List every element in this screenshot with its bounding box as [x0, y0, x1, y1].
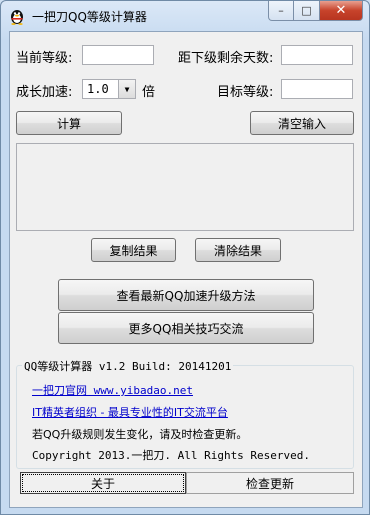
days-left-label: 距下级剩余天数:: [178, 51, 274, 66]
about-button[interactable]: 关于: [20, 472, 186, 494]
close-button[interactable]: ✕: [320, 1, 363, 21]
official-site-link[interactable]: 一把刀官网 www.yibadao.net: [32, 382, 193, 398]
caption-buttons: – □ ✕: [268, 1, 363, 21]
growth-speed-value: 1.0: [87, 82, 109, 96]
target-level-label: 目标等级:: [217, 85, 274, 100]
view-latest-method-button[interactable]: 查看最新QQ加速升级方法: [58, 279, 314, 311]
window-title: 一把刀QQ等级计算器: [32, 10, 147, 24]
days-left-input[interactable]: [281, 45, 353, 65]
current-level-input[interactable]: [82, 45, 154, 65]
copy-result-button[interactable]: 复制结果: [91, 238, 176, 262]
qq-penguin-icon: [11, 10, 23, 25]
maximize-button[interactable]: □: [294, 1, 320, 21]
it-elite-link[interactable]: IT精英者组织 - 最具专业性的IT交流平台: [32, 404, 228, 420]
chevron-down-icon[interactable]: ▼: [118, 80, 135, 98]
minimize-button[interactable]: –: [268, 1, 294, 21]
clear-result-button[interactable]: 清除结果: [195, 238, 281, 262]
app-window: 一把刀QQ等级计算器 – □ ✕ 当前等级: 距下级剩余天数: 成长加速: 1.…: [0, 0, 370, 515]
about-group-title: QQ等级计算器 v1.2 Build: 20141201: [22, 358, 234, 374]
result-textarea[interactable]: [16, 143, 354, 231]
check-update-button[interactable]: 检查更新: [186, 472, 354, 494]
clear-input-button[interactable]: 清空输入: [250, 111, 354, 135]
update-notice: 若QQ升级规则发生变化，请及时检查更新。: [32, 428, 248, 441]
client-area: 当前等级: 距下级剩余天数: 成长加速: 1.0 ▼ 倍 目标等级: 计算 清空…: [9, 31, 363, 508]
more-tips-button[interactable]: 更多QQ相关技巧交流: [58, 312, 314, 344]
growth-speed-select[interactable]: 1.0 ▼: [82, 79, 136, 99]
copyright-text: Copyright 2013.一把刀. All Rights Reserved.: [32, 449, 311, 462]
growth-speed-unit: 倍: [142, 85, 156, 100]
calculate-button[interactable]: 计算: [16, 111, 122, 135]
growth-speed-label: 成长加速:: [16, 85, 73, 100]
current-level-label: 当前等级:: [16, 51, 73, 66]
target-level-input[interactable]: [281, 79, 353, 99]
title-bar[interactable]: 一把刀QQ等级计算器 – □ ✕: [1, 1, 369, 31]
